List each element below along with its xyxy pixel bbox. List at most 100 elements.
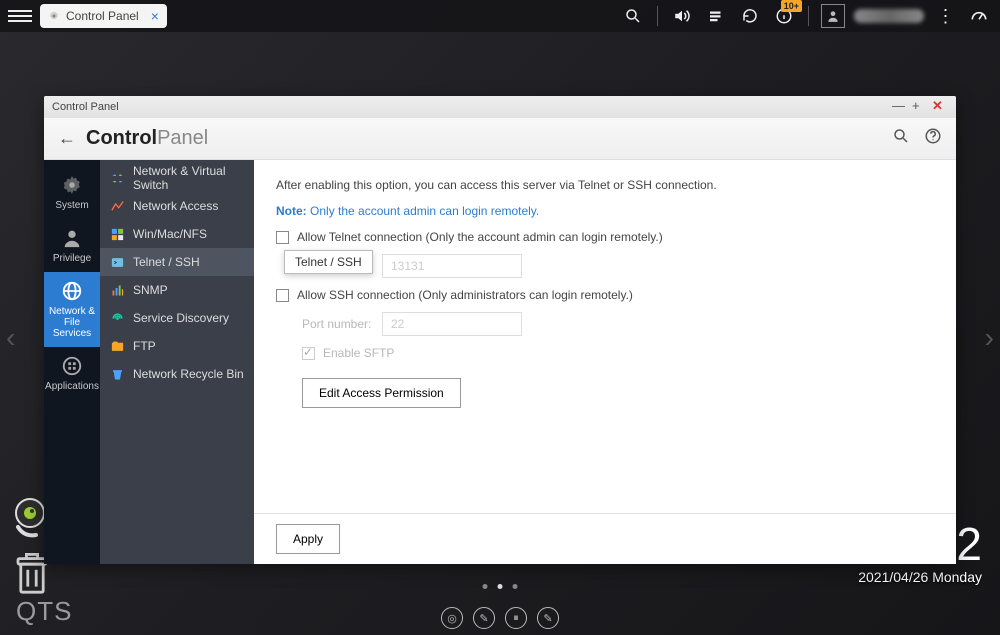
user-icon [61, 227, 83, 249]
sidebar-item-system[interactable]: System [44, 166, 100, 219]
page-title: ControlPanel [86, 127, 208, 150]
sidebar-item-applications[interactable]: Applications [44, 347, 100, 400]
port-label: Port number: [302, 317, 382, 331]
brand-logo: QTS [16, 596, 72, 627]
sidebar-item-network-virtual-switch[interactable]: Network & Virtual Switch [100, 164, 254, 192]
sidebar-primary: System Privilege Network & File Services… [44, 160, 100, 564]
checkbox-icon[interactable] [276, 231, 289, 244]
search-icon [892, 127, 910, 145]
sidebar-item-label: Privilege [53, 253, 91, 264]
taskbar-tab-label: Control Panel [66, 9, 139, 23]
telnet-port-input[interactable] [382, 254, 522, 278]
notification-badge: 10+ [781, 0, 802, 12]
edit-access-permission-button[interactable]: Edit Access Permission [302, 378, 461, 408]
sidebar-item-network[interactable]: Network & File Services [44, 272, 100, 347]
telnet-checkbox-row[interactable]: Allow Telnet connection (Only the accoun… [276, 230, 934, 244]
sidebar-item-label: System [55, 200, 88, 211]
refresh-button[interactable] [737, 3, 763, 29]
sidebar-item-ftp[interactable]: FTP [100, 332, 254, 360]
bars-icon [110, 283, 125, 298]
sftp-checkbox-row: Enable SFTP [302, 346, 934, 360]
window-title: Control Panel [52, 101, 888, 113]
telnet-port-row: Port number: [302, 254, 934, 278]
help-icon [924, 127, 942, 145]
access-icon [110, 199, 125, 214]
main-menu-button[interactable] [8, 4, 32, 28]
sidebar-item-label: Network & Virtual Switch [133, 164, 244, 192]
apply-button[interactable]: Apply [276, 524, 340, 554]
sidebar-item-label: Network & File Services [46, 306, 98, 339]
desktop-next[interactable]: › [981, 318, 998, 358]
sidebar-item-label: SNMP [133, 283, 168, 297]
os-icon [110, 227, 125, 242]
sftp-checkbox-label: Enable SFTP [323, 346, 394, 360]
sidebar-item-network-access[interactable]: Network Access [100, 192, 254, 220]
checkbox-icon [302, 347, 315, 360]
folder-icon [110, 339, 125, 354]
more-menu-button[interactable]: ⋮ [932, 3, 958, 29]
control-panel-window: Control Panel — + ✕ ← ControlPanel Syste… [44, 96, 956, 564]
taskbar-tab-close[interactable]: × [151, 8, 159, 24]
intro-text: After enabling this option, you can acce… [276, 178, 934, 192]
system-taskbar: Control Panel × 10+ ⋮ [0, 0, 1000, 32]
desktop-date: 2021/04/26 Monday [858, 569, 982, 585]
window-close[interactable]: ✕ [932, 99, 948, 115]
header-help-button[interactable] [924, 127, 942, 150]
ssh-port-input[interactable] [382, 312, 522, 336]
sidebar-item-label: Telnet / SSH [133, 255, 200, 269]
dock-icon-3[interactable]: ⏸ [505, 607, 527, 629]
globe-icon [61, 280, 83, 302]
sidebar-item-label: Network Recycle Bin [133, 367, 244, 381]
search-icon [624, 7, 642, 25]
window-titlebar[interactable]: Control Panel — + ✕ [44, 96, 956, 118]
gear-icon [61, 174, 83, 196]
window-maximize[interactable]: + [912, 99, 928, 115]
header-search-button[interactable] [892, 127, 910, 150]
action-bar: Apply [254, 513, 956, 564]
sidebar-item-label: Applications [45, 381, 99, 392]
dock-icon-2[interactable]: ✎ [473, 607, 495, 629]
radar-icon [110, 311, 125, 326]
settings-content: After enabling this option, you can acce… [254, 160, 956, 564]
tasks-icon [707, 7, 725, 25]
user-menu-button[interactable] [820, 3, 846, 29]
back-button[interactable]: ← [58, 128, 76, 149]
notifications-button[interactable]: 10+ [771, 3, 797, 29]
note-text: Note: Only the account admin can login r… [276, 204, 934, 218]
grid-icon [61, 355, 83, 377]
taskbar-tab-control-panel[interactable]: Control Panel × [40, 4, 167, 28]
sidebar-item-label: Service Discovery [133, 311, 229, 325]
gauge-icon [969, 6, 989, 26]
kebab-icon: ⋮ [937, 6, 954, 27]
sidebar-item-recycle-bin[interactable]: Network Recycle Bin [100, 360, 254, 388]
sidebar-item-label: FTP [133, 339, 156, 353]
terminal-icon [110, 255, 125, 270]
recycle-icon [110, 367, 125, 382]
sidebar-item-snmp[interactable]: SNMP [100, 276, 254, 304]
desktop-pager[interactable] [483, 584, 518, 589]
desktop-prev[interactable]: ‹ [2, 318, 19, 358]
sidebar-item-win-mac-nfs[interactable]: Win/Mac/NFS [100, 220, 254, 248]
sidebar-item-label: Win/Mac/NFS [133, 227, 207, 241]
sidebar-secondary: Network & Virtual Switch Network Access … [100, 160, 254, 564]
sidebar-item-telnet-ssh[interactable]: Telnet / SSH [100, 248, 254, 276]
sidebar-item-privilege[interactable]: Privilege [44, 219, 100, 272]
telnet-checkbox-label: Allow Telnet connection (Only the accoun… [297, 230, 663, 244]
avatar-icon [821, 4, 845, 28]
switch-icon [110, 171, 125, 186]
ssh-checkbox-row[interactable]: Allow SSH connection (Only administrator… [276, 288, 934, 302]
speaker-icon [673, 7, 691, 25]
window-minimize[interactable]: — [892, 99, 908, 115]
sidebar-item-label: Network Access [133, 199, 218, 213]
dock-icon-1[interactable]: ◎ [441, 607, 463, 629]
tasks-button[interactable] [703, 3, 729, 29]
volume-button[interactable] [669, 3, 695, 29]
dashboard-button[interactable] [966, 3, 992, 29]
search-button[interactable] [620, 3, 646, 29]
sidebar-item-service-discovery[interactable]: Service Discovery [100, 304, 254, 332]
dock-icon-4[interactable]: ✎ [537, 607, 559, 629]
checkbox-icon[interactable] [276, 289, 289, 302]
gear-icon [48, 10, 60, 22]
ssh-port-row: Port number: [302, 312, 934, 336]
window-header: ← ControlPanel [44, 118, 956, 160]
